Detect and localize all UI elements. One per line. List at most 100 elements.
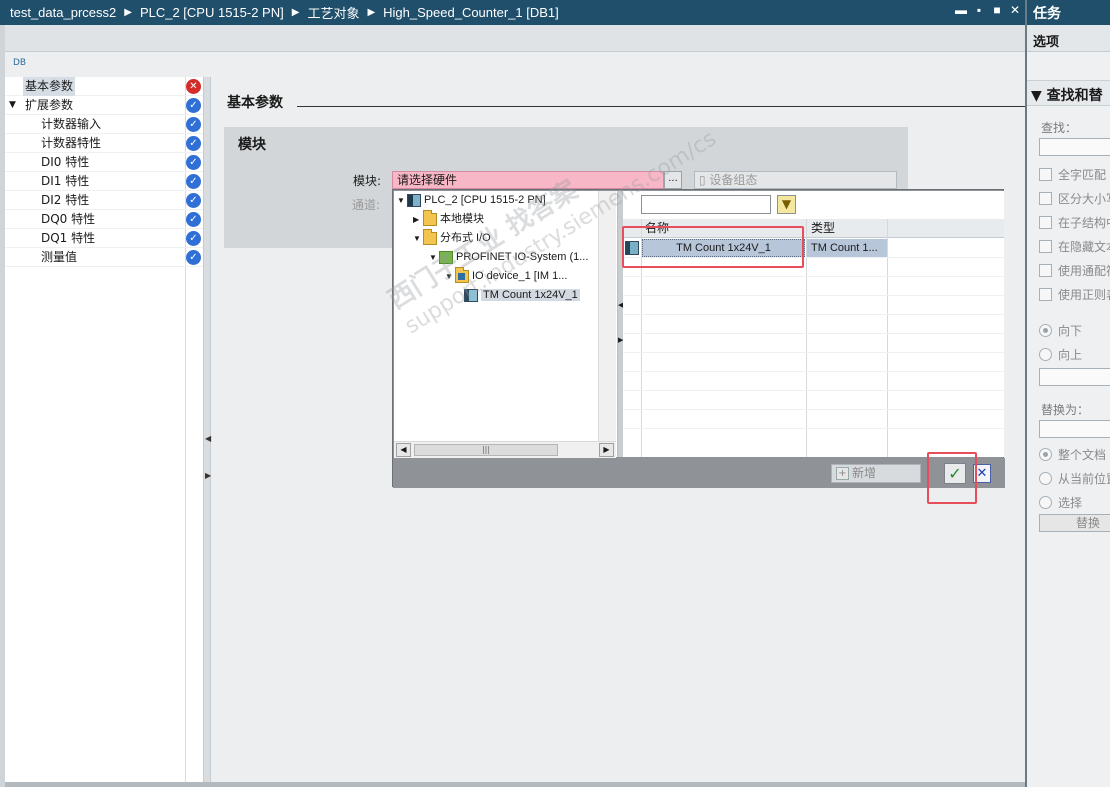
filter-input[interactable] — [641, 195, 771, 214]
expand-down-icon[interactable]: ▼ — [429, 248, 439, 267]
task-pane: 任务 选项 ▼ 查找和替 查找： 全字匹配 区分大小写 在子结构中 在隐藏文本 … — [1025, 0, 1110, 787]
row-name-cell[interactable]: TM Count 1x24V_1 — [642, 239, 805, 257]
nav-item-label: 基本参数 — [23, 77, 76, 96]
collapse-icon[interactable]: ▼ — [1031, 88, 1047, 104]
breadcrumb-counter-db[interactable]: High_Speed_Counter_1 [DB1] — [383, 5, 559, 20]
tree-item-label: IO device_1 [IM 1... — [472, 270, 568, 282]
tree-horizontal-scrollbar[interactable]: ◀ ||| ▶ — [394, 441, 616, 458]
network-icon — [439, 250, 453, 264]
funnel-icon[interactable]: ▼ — [777, 195, 796, 214]
scope-from-current[interactable]: 从当前位置 — [1027, 466, 1110, 490]
option-wildcards[interactable]: 使用通配符 — [1027, 258, 1110, 282]
minimize-icon[interactable]: ▬ — [955, 3, 967, 17]
scroll-thumb[interactable]: ||| — [414, 444, 558, 456]
breadcrumb-plc[interactable]: PLC_2 [CPU 1515-2 PN] — [140, 5, 284, 20]
device-configuration-button[interactable]: ▯ 设备组态 — [694, 171, 897, 189]
nav-splitter[interactable]: ◀ ▶ — [204, 77, 211, 782]
direction-up[interactable]: 向上 — [1027, 342, 1110, 366]
column-header-name[interactable]: 名称 — [645, 220, 669, 237]
find-replace-section-title: 查找和替 — [1046, 88, 1103, 104]
tree-vertical-scrollbar[interactable] — [598, 191, 616, 441]
tree-item-label: 本地模块 — [440, 213, 484, 225]
checkbox[interactable] — [1039, 263, 1052, 277]
option-regex[interactable]: 使用正则表 — [1027, 282, 1110, 306]
nav-item-counter-behavior[interactable]: 计数器特性 ✓ — [5, 134, 203, 153]
option-whole-word[interactable]: 全字匹配 — [1027, 162, 1110, 186]
task-pane-options[interactable]: 选项 — [1027, 25, 1110, 52]
replace-input[interactable] — [1039, 420, 1110, 438]
checkbox-label: 区分大小写 — [1058, 191, 1110, 206]
nav-item-extended-parameters[interactable]: ▼ 扩展参数 ✓ — [5, 96, 203, 115]
check-icon: ✓ — [186, 231, 201, 246]
expand-right-icon[interactable]: ▶ — [413, 210, 423, 229]
checkbox[interactable] — [1039, 239, 1052, 253]
nav-item-di1[interactable]: DI1 特性 ✓ — [5, 172, 203, 191]
expand-down-icon[interactable]: ▼ — [9, 96, 16, 115]
tree-item-label: PLC_2 [CPU 1515-2 PN] — [424, 194, 546, 206]
replace-button[interactable]: 替换 — [1039, 514, 1110, 532]
tree-item-label: PROFINET IO-System (1... — [456, 251, 589, 263]
find-button[interactable] — [1039, 368, 1110, 386]
tree-item-io-device[interactable]: ▼ IO device_1 [IM 1... — [445, 266, 568, 286]
nav-item-di2[interactable]: DI2 特性 ✓ — [5, 191, 203, 210]
radio-label: 向下 — [1058, 323, 1083, 338]
grid-line — [623, 352, 1004, 353]
checkbox[interactable] — [1039, 167, 1052, 181]
module-field[interactable]: 请选择硬件 — [392, 171, 664, 189]
breadcrumb-technology-objects[interactable]: 工艺对象 — [307, 3, 359, 22]
scroll-right-icon[interactable]: ▶ — [599, 443, 614, 457]
column-header-type[interactable]: 类型 — [811, 220, 835, 237]
add-icon: + — [836, 467, 849, 480]
module-browse-button[interactable]: ... — [664, 171, 682, 189]
scroll-left-icon[interactable]: ◀ — [396, 443, 411, 457]
expand-down-icon[interactable]: ▼ — [397, 191, 407, 210]
nav-item-dq0[interactable]: DQ0 特性 ✓ — [5, 210, 203, 229]
nav-item-basic-parameters[interactable]: 基本参数 ✕ — [5, 77, 203, 96]
collapse-left-icon[interactable]: ◀ — [205, 434, 211, 443]
checkbox-label: 在子结构中 — [1058, 215, 1110, 230]
checkbox[interactable] — [1039, 215, 1052, 229]
checkbox[interactable] — [1039, 287, 1052, 301]
radio-button[interactable] — [1039, 323, 1052, 337]
nav-item-dq1[interactable]: DQ1 特性 ✓ — [5, 229, 203, 248]
option-substructures[interactable]: 在子结构中 — [1027, 210, 1110, 234]
scope-selection[interactable]: 选择 — [1027, 490, 1110, 514]
nav-item-measured-values[interactable]: 测量值 ✓ — [5, 248, 203, 267]
nav-item-di0[interactable]: DI0 特性 ✓ — [5, 153, 203, 172]
maximize-icon[interactable]: ■ — [991, 3, 1003, 17]
direction-down[interactable]: 向下 — [1027, 318, 1110, 342]
hardware-list: ▼ 名称 类型 TM Count 1x24V_1 TM Count 1... — [623, 191, 1004, 457]
scope-whole-document[interactable]: 整个文档 — [1027, 442, 1110, 466]
option-match-case[interactable]: 区分大小写 — [1027, 186, 1110, 210]
tree-item-distributed-io[interactable]: ▼ 分布式 I/O — [413, 228, 491, 248]
grid-line — [623, 333, 1004, 334]
task-pane-spacer — [1027, 106, 1110, 118]
check-icon: ✓ — [186, 193, 201, 208]
nav-item-label: DI0 特性 — [41, 155, 90, 169]
find-replace-section-header[interactable]: ▼ 查找和替 — [1027, 80, 1110, 106]
expand-down-icon[interactable]: ▼ — [445, 267, 455, 286]
checkbox[interactable] — [1039, 191, 1052, 205]
option-hidden-text[interactable]: 在隐藏文本 — [1027, 234, 1110, 258]
float-icon[interactable]: ▪ — [973, 3, 985, 17]
radio-button[interactable] — [1039, 471, 1052, 485]
tree-item-local-modules[interactable]: ▶ 本地模块 — [413, 209, 484, 229]
find-input[interactable] — [1039, 138, 1110, 156]
table-row[interactable]: TM Count 1x24V_1 TM Count 1... — [623, 239, 887, 257]
expand-right-icon[interactable]: ▶ — [205, 471, 211, 480]
nav-item-counter-inputs[interactable]: 计数器输入 ✓ — [5, 115, 203, 134]
tree-item-profinet-system[interactable]: ▼ PROFINET IO-System (1... — [429, 248, 588, 267]
tree-item-plc[interactable]: ▼ PLC_2 [CPU 1515-2 PN] — [397, 191, 546, 210]
radio-button[interactable] — [1039, 495, 1052, 509]
expand-down-icon[interactable]: ▼ — [413, 229, 423, 248]
radio-button[interactable] — [1039, 347, 1052, 361]
breadcrumb-project[interactable]: test_data_prcess2 — [10, 5, 116, 20]
add-button[interactable]: + 新增 — [831, 464, 921, 483]
nav-item-label: DQ0 特性 — [41, 212, 96, 226]
cancel-button[interactable]: ✕ — [973, 464, 991, 483]
row-type-cell[interactable]: TM Count 1... — [807, 239, 887, 257]
confirm-button[interactable]: ✓ — [944, 463, 966, 484]
radio-button[interactable] — [1039, 447, 1052, 461]
close-icon[interactable]: ✕ — [1009, 3, 1021, 17]
tree-item-tm-count[interactable]: TM Count 1x24V_1 — [464, 286, 580, 305]
